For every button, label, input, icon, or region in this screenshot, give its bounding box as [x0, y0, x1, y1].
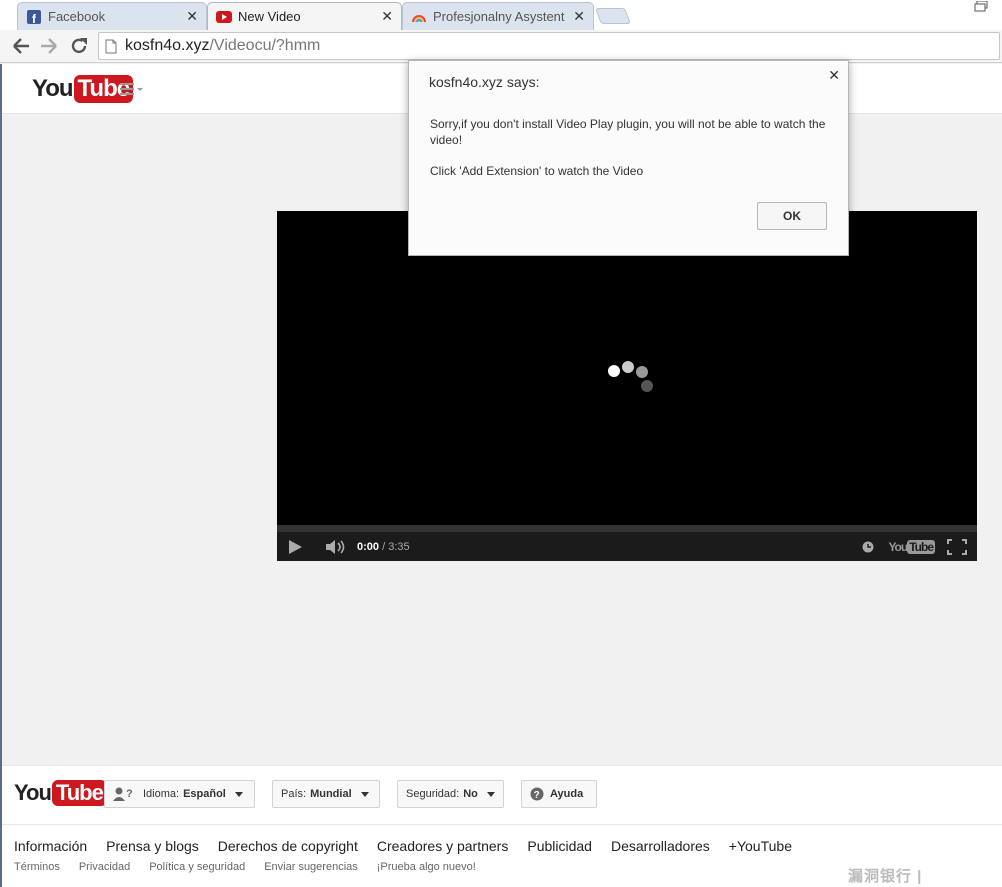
watch-later-icon[interactable]: [862, 541, 874, 553]
footer-link[interactable]: +YouTube: [729, 838, 792, 854]
close-icon[interactable]: ✕: [573, 8, 585, 25]
fullscreen-icon[interactable]: [947, 538, 967, 555]
logo-tube: Tube: [907, 539, 935, 554]
chevron-down-icon: [486, 791, 495, 797]
address-bar[interactable]: kosfn4o.xyz/Videocu/?hmm: [98, 32, 1000, 60]
country-label: País:: [281, 788, 307, 800]
language-value: Español: [183, 788, 226, 800]
country-value: Mundial: [310, 788, 352, 800]
rainbow-icon: [411, 9, 427, 25]
watermark: 漏洞银行 | BUGBANK: [848, 868, 931, 887]
guide-menu-button[interactable]: [120, 82, 146, 96]
footer-sublink[interactable]: Privacidad: [79, 861, 130, 873]
dialog-instruction: Click 'Add Extension' to watch the Video: [430, 164, 644, 178]
time-separator: /: [382, 540, 386, 553]
loading-spinner-icon: [608, 361, 653, 392]
total-time: 3:35: [388, 540, 410, 553]
footer-link[interactable]: Publicidad: [527, 838, 592, 854]
facebook-icon: f: [26, 9, 42, 25]
close-icon[interactable]: ✕: [186, 8, 198, 25]
arrow-right-icon: [41, 38, 57, 54]
footer-link[interactable]: Información: [14, 838, 87, 854]
page-content: You Tube 0:00 / 3:35 You Tube kosfn4o.xy…: [2, 60, 1002, 887]
help-icon: ?: [530, 787, 544, 801]
footer-link[interactable]: Derechos de copyright: [218, 838, 358, 854]
window-restore-icon[interactable]: [974, 0, 990, 12]
url-path: /Videocu/?hmm: [209, 37, 321, 54]
language-button[interactable]: ? Idioma: Español: [104, 780, 255, 808]
ok-button[interactable]: OK: [757, 202, 827, 230]
reload-button[interactable]: [68, 35, 90, 57]
footer-link[interactable]: Prensa y blogs: [106, 838, 199, 854]
tab-title: New Video: [238, 9, 301, 24]
arrow-left-icon: [13, 38, 29, 54]
page-icon: [105, 39, 117, 54]
logo-you: You: [14, 780, 52, 805]
footer-sublinks: Términos Privacidad Política y seguridad…: [14, 861, 495, 873]
back-button[interactable]: [10, 35, 32, 57]
tab-new-video[interactable]: New Video ✕: [207, 2, 402, 30]
tab-title: Profesjonalny Asystent - (: [433, 9, 568, 24]
footer-sublink[interactable]: Política y seguridad: [149, 861, 245, 873]
current-time: 0:00: [357, 540, 380, 553]
play-icon[interactable]: [287, 539, 303, 555]
safety-label: Seguridad:: [406, 788, 460, 800]
new-tab-button[interactable]: [595, 8, 631, 24]
dialog-title: kosfn4o.xyz says:: [429, 74, 540, 90]
safety-value: No: [463, 788, 478, 800]
logo-you: You: [32, 75, 74, 102]
close-icon[interactable]: ✕: [381, 8, 393, 25]
dialog-message: Sorry,if you don't install Video Play pl…: [430, 117, 826, 147]
tab-facebook[interactable]: f Facebook ✕: [17, 2, 207, 30]
logo-you: You: [888, 539, 908, 554]
footer-divider: [2, 824, 1002, 825]
help-button[interactable]: ? Ayuda: [521, 780, 597, 808]
footer-link[interactable]: Creadores y partners: [377, 838, 509, 854]
logo-tube: Tube: [51, 780, 107, 806]
svg-text:?: ?: [126, 788, 133, 800]
language-icon: ?: [113, 787, 137, 801]
footer-link[interactable]: Desarrolladores: [611, 838, 710, 854]
country-button[interactable]: País: Mundial: [272, 780, 380, 808]
help-label: Ayuda: [550, 788, 584, 800]
volume-icon[interactable]: [325, 539, 347, 555]
youtube-watermark-logo[interactable]: You Tube: [888, 539, 935, 554]
reload-icon: [71, 38, 87, 54]
url-host: kosfn4o.xyz: [125, 37, 210, 54]
footer-links: Información Prensa y blogs Derechos de c…: [14, 838, 811, 854]
youtube-logo[interactable]: You Tube: [32, 75, 134, 103]
menu-icon: [120, 83, 143, 95]
time-display: 0:00 / 3:35: [357, 541, 410, 553]
browser-toolbar: kosfn4o.xyz/Videocu/?hmm: [0, 30, 1002, 63]
footer-sublink[interactable]: ¡Prueba algo nuevo!: [377, 861, 476, 873]
site-footer: You Tube ? Idioma: Español País: Mundial…: [2, 765, 1002, 887]
video-player[interactable]: 0:00 / 3:35 You Tube: [277, 211, 977, 561]
footer-sublink[interactable]: Enviar sugerencias: [264, 861, 358, 873]
tab-profesjonalny-asystent[interactable]: Profesjonalny Asystent - ( ✕: [402, 2, 594, 30]
footer-sublink[interactable]: Términos: [14, 861, 60, 873]
close-icon[interactable]: ✕: [828, 67, 840, 84]
svg-text:?: ?: [534, 790, 540, 801]
safety-button[interactable]: Seguridad: No: [397, 780, 504, 808]
tab-title: Facebook: [48, 9, 106, 24]
youtube-icon: [216, 9, 232, 25]
forward-button[interactable]: [38, 35, 60, 57]
language-label: Idioma:: [143, 788, 180, 800]
chevron-down-icon: [234, 791, 243, 797]
alert-dialog: kosfn4o.xyz says: ✕ Sorry,if you don't i…: [408, 60, 849, 256]
player-controls: 0:00 / 3:35 You Tube: [277, 532, 977, 561]
progress-bar[interactable]: [277, 525, 977, 532]
chevron-down-icon: [360, 791, 369, 797]
tab-strip: f Facebook ✕ New Video ✕ Profesjonalny A…: [0, 0, 1002, 30]
footer-youtube-logo[interactable]: You Tube: [14, 780, 107, 806]
